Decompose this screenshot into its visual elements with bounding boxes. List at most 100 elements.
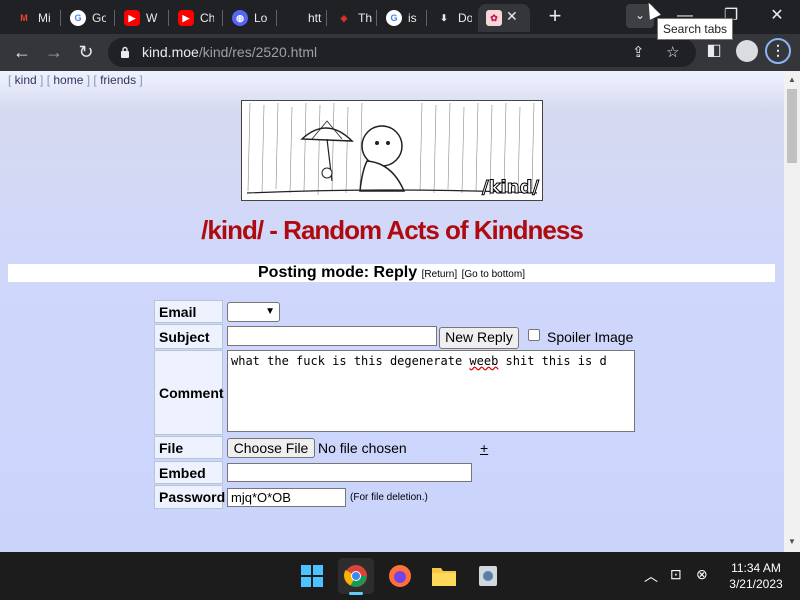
system-clock[interactable]: 11:34 AM 3/21/2023 [720, 560, 792, 592]
tab-separator [168, 10, 169, 26]
tab-close-icon[interactable]: ✕ [506, 8, 518, 25]
chevron-down-icon: ⌄ [634, 8, 646, 22]
tab-label: Do [458, 11, 472, 25]
discord-icon: ◍ [232, 10, 248, 26]
comment-label: Comment [154, 350, 224, 435]
tab-downloads[interactable]: ⬇ Do [428, 4, 478, 32]
url-path: /kind/res/2520.html [198, 44, 318, 60]
tab-separator [326, 10, 327, 26]
tab-google[interactable]: G Go [62, 4, 114, 32]
file-deletion-note: (For file deletion.) [350, 492, 428, 503]
new-tab-button[interactable]: + [543, 4, 567, 28]
taskbar-firefox[interactable] [382, 558, 418, 594]
boardlist-link-home[interactable]: home [53, 73, 83, 87]
chrome-menu-button[interactable]: ⋮ [765, 38, 791, 64]
page-viewport: [ kind ] [ home ] [ friends ] /kind/ /ki… [0, 71, 784, 552]
taskbar-file-explorer[interactable] [426, 558, 462, 594]
forward-button[interactable]: → [42, 40, 66, 64]
taskbar-app[interactable] [470, 558, 506, 594]
tab-google-search[interactable]: G is [378, 4, 426, 32]
comment-text-before: what the fuck is this degenerate [231, 354, 470, 368]
back-button[interactable]: ← [10, 40, 34, 64]
chrome-icon [344, 565, 367, 587]
blank-page-icon [286, 10, 302, 26]
address-bar[interactable]: kind.moe/kind/res/2520.html ⇪ ☆ [108, 38, 696, 67]
download-icon: ⬇ [440, 12, 448, 23]
go-to-bottom-link[interactable]: [Go to bottom] [462, 269, 525, 280]
add-file-link[interactable]: + [480, 440, 488, 456]
url-text[interactable]: kind.moe/kind/res/2520.html [142, 44, 317, 60]
comment-text-after: shit this is d [498, 354, 607, 368]
board-title: /kind/ - Random Acts of Kindness [201, 215, 584, 245]
tab-separator [426, 10, 427, 26]
file-label: File [154, 436, 223, 459]
posting-mode-label: Posting mode: Reply [258, 264, 418, 281]
email-label: Email [154, 300, 223, 323]
tab-thread[interactable]: ◆ Th [328, 4, 376, 32]
tab-separator [376, 10, 377, 26]
network-icon[interactable]: ⊡ [670, 566, 682, 583]
tab-separator [222, 10, 223, 26]
volume-muted-icon[interactable]: ⊗ [696, 566, 708, 583]
tab-label: Go [92, 11, 106, 25]
share-icon[interactable]: ⇪ [632, 43, 645, 61]
tab-kind-active[interactable]: ✿ [478, 4, 530, 32]
tab-label: W [146, 11, 158, 25]
boardlist-link-kind[interactable]: kind [15, 73, 37, 87]
spoiler-label: Spoiler Image [547, 329, 634, 345]
close-window-button[interactable]: ✕ [754, 0, 800, 34]
comment-misspelled-word: weeb [469, 354, 499, 368]
scroll-thumb[interactable] [787, 89, 797, 163]
email-select[interactable]: ▼ [227, 302, 280, 322]
tab-label: Lo [254, 11, 268, 25]
tab-separator [276, 10, 277, 26]
youtube-icon: ▶ [124, 10, 140, 26]
tab-strip: M Mi G Go ▶ W ▶ Ch ◍ Lo htt ◆ Th G is ⬇ … [0, 0, 800, 40]
no-file-chosen-text: No file chosen [318, 440, 407, 456]
tab-discord[interactable]: ◍ Lo [224, 4, 276, 32]
side-panel-button[interactable]: ◧ [702, 40, 726, 60]
folder-icon [432, 568, 456, 586]
spoiler-checkbox[interactable] [528, 329, 540, 341]
embed-input[interactable] [227, 463, 472, 482]
tab-gmail[interactable]: M Mi [8, 4, 58, 32]
taskbar-chrome[interactable] [338, 558, 374, 594]
profile-avatar[interactable] [736, 40, 758, 62]
show-hidden-icons-chevron-icon[interactable]: ︿ [644, 566, 658, 586]
subject-input[interactable] [227, 326, 437, 346]
choose-file-button[interactable]: Choose File [227, 438, 315, 458]
boardlist: [ kind ] [ home ] [ friends ] [8, 73, 143, 87]
clock-time: 11:34 AM [731, 561, 781, 575]
tab-separator [114, 10, 115, 26]
new-reply-button[interactable]: New Reply [439, 327, 519, 349]
app-icon [479, 566, 497, 586]
tab-blank[interactable]: htt [278, 4, 326, 32]
boardlist-link-friends[interactable]: friends [100, 73, 136, 87]
firefox-icon [389, 565, 411, 587]
scroll-down-icon[interactable]: ▼ [788, 537, 796, 546]
return-link[interactable]: [Return] [422, 269, 458, 280]
subject-label: Subject [154, 324, 223, 349]
close-icon: ✕ [770, 7, 784, 24]
url-host: kind.moe [142, 44, 199, 60]
scroll-up-icon[interactable]: ▲ [788, 75, 796, 84]
lock-icon [121, 46, 129, 58]
clock-date: 3/21/2023 [729, 577, 783, 591]
board-banner[interactable]: /kind/ [241, 100, 543, 201]
chevron-down-icon: ▼ [265, 306, 275, 317]
comment-textarea[interactable]: what the fuck is this degenerate weeb sh… [227, 350, 635, 432]
arrow-left-icon: ← [13, 42, 31, 62]
tab-label: Th [358, 11, 372, 25]
tab-youtube-2[interactable]: ▶ Ch [170, 4, 222, 32]
gmail-icon: M [20, 13, 28, 23]
search-tabs-tooltip: Search tabs [657, 18, 734, 40]
reload-button[interactable]: ↻ [74, 40, 98, 64]
tab-youtube-1[interactable]: ▶ W [116, 4, 168, 32]
tab-label: htt [308, 11, 322, 25]
password-input[interactable]: mjq*O*OB [227, 488, 346, 507]
start-button[interactable] [294, 558, 330, 594]
youtube-icon: ▶ [178, 10, 194, 26]
vertical-scrollbar[interactable]: ▲ ▼ [784, 71, 800, 552]
bookmark-star-icon[interactable]: ☆ [666, 43, 679, 61]
tab-label: Ch [200, 11, 214, 25]
